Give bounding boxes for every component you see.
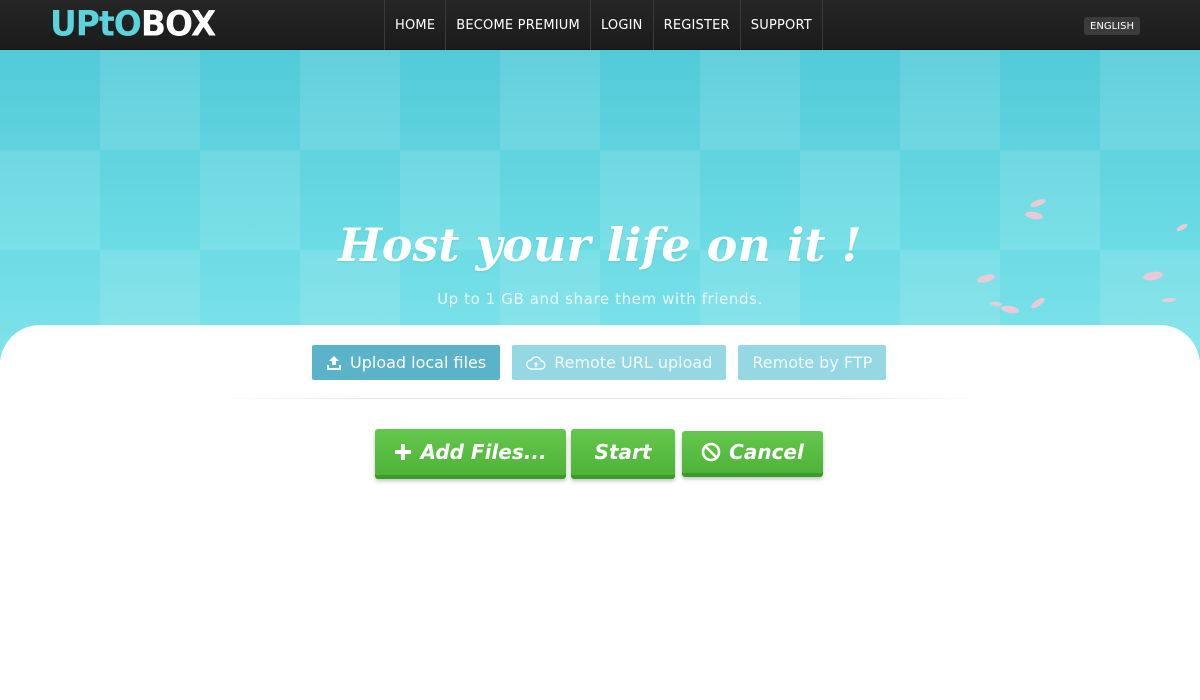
petal-decoration: [1142, 270, 1164, 282]
tab-remote-by-ftp[interactable]: Remote by FTP: [738, 345, 887, 380]
cancel-label: Cancel: [729, 440, 804, 464]
top-navigation-bar: UPtOBOX HOME BECOME PREMIUM LOGIN REGIST…: [0, 0, 1200, 50]
petal-decoration: [1029, 197, 1047, 209]
add-files-label: Add Files...: [420, 440, 547, 464]
tab-upload-local-files[interactable]: Upload local files: [312, 345, 501, 380]
hero-banner: Host your life on it ! Up to 1 GB and sh…: [0, 50, 1200, 360]
language-selector[interactable]: ENGLISH: [1084, 17, 1140, 35]
hero-subtitle: Up to 1 GB and share them with friends.: [437, 290, 763, 308]
cancel-button[interactable]: Cancel: [682, 431, 823, 473]
plus-icon: [394, 443, 412, 461]
nav-login[interactable]: LOGIN: [591, 0, 654, 50]
nav-become-premium[interactable]: BECOME PREMIUM: [446, 0, 591, 50]
tab-label: Upload local files: [350, 353, 487, 372]
hero-title: Host your life on it !: [338, 218, 862, 272]
upload-mode-tabs: Upload local files Remote URL upload Rem…: [312, 345, 887, 380]
logo-part-1: UPtO: [50, 3, 142, 44]
petal-decoration: [976, 272, 996, 285]
tab-remote-url-upload[interactable]: Remote URL upload: [512, 345, 727, 380]
divider: [210, 398, 990, 399]
cloud-icon: [526, 355, 546, 370]
nav-register[interactable]: REGISTER: [654, 0, 741, 50]
add-files-button[interactable]: Add Files...: [375, 429, 566, 475]
main-nav: HOME BECOME PREMIUM LOGIN REGISTER SUPPO…: [384, 0, 823, 50]
nav-home[interactable]: HOME: [385, 0, 447, 50]
tab-label: Remote by FTP: [752, 353, 873, 372]
start-label: Start: [594, 440, 652, 464]
tab-label: Remote URL upload: [554, 353, 713, 372]
ban-icon: [701, 442, 721, 462]
upload-icon: [326, 355, 342, 371]
logo-part-2: BOX: [140, 3, 216, 44]
nav-support[interactable]: SUPPORT: [741, 0, 823, 50]
uptobox-logo[interactable]: UPtOBOX: [50, 3, 216, 44]
start-button[interactable]: Start: [571, 429, 675, 475]
upload-panel: [0, 325, 1200, 700]
